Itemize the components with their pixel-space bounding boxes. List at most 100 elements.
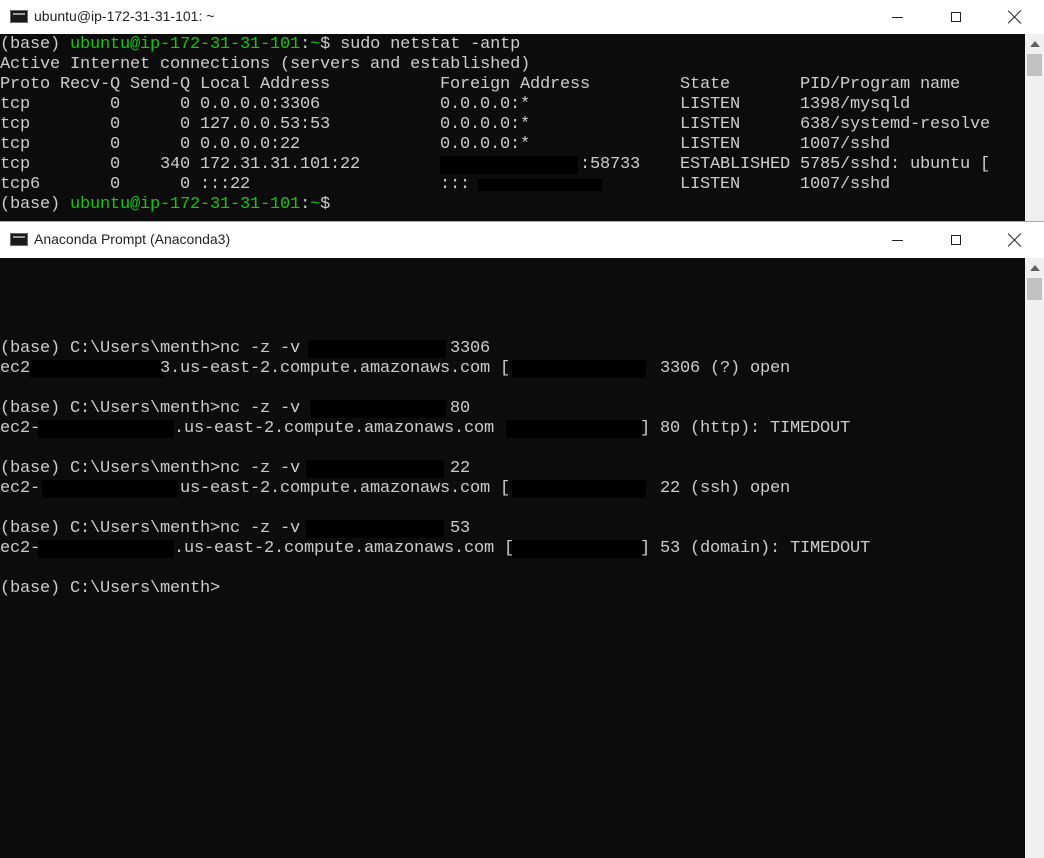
maximize-button[interactable] <box>927 0 985 34</box>
prompt-text: (base) C:\Users\menth> <box>0 339 221 358</box>
netstat-command-line: (base) ubuntu@ip-172-31-31-101:~$ sudo n… <box>0 35 520 55</box>
command-text: $ sudo netstat -antp <box>320 35 521 54</box>
minimize-button[interactable] <box>868 222 926 258</box>
prompt-text: (base) C:\Users\menth> <box>0 519 221 538</box>
header-local-address: Local Address <box>200 75 331 94</box>
close-icon <box>1008 10 1022 24</box>
cell-recvq: 0 <box>110 115 121 134</box>
cell-state: LISTEN <box>680 115 741 134</box>
host-prefix: ec2- <box>0 539 41 558</box>
cell-recvq: 0 <box>110 175 121 194</box>
redacted-ip <box>512 360 646 378</box>
scroll-up-arrow-icon[interactable] <box>1025 258 1044 278</box>
anaconda-console-output[interactable]: (base) C:\Users\menth>nc -z -v 3306 ec2 … <box>0 258 1025 858</box>
cell-sendq: 0 <box>180 135 191 154</box>
header-state: State <box>680 75 731 94</box>
ubuntu-terminal-window: ubuntu@ip-172-31-31-101: ~ (base) ubuntu… <box>0 0 1044 222</box>
table-row: tcp6 0 0 :::22 ::: LISTEN 1007/sshd <box>0 175 1025 195</box>
scroll-up-arrow-icon[interactable] <box>1025 34 1044 54</box>
scrollbar-thumb[interactable] <box>1027 54 1042 76</box>
shell-prompt-line: (base) ubuntu@ip-172-31-31-101:~$ <box>0 195 330 215</box>
cell-recvq: 0 <box>110 135 121 154</box>
close-button[interactable] <box>986 0 1044 34</box>
cell-pid-program: 638/systemd-resolve <box>800 115 991 134</box>
cell-pid-program: 5785/sshd: ubuntu [ <box>800 155 991 174</box>
redacted-ip <box>306 520 444 538</box>
window-title: ubuntu@ip-172-31-31-101: ~ <box>34 8 215 24</box>
ubuntu-console-output[interactable]: (base) ubuntu@ip-172-31-31-101: ~ $ sudo n… <box>0 34 1025 222</box>
cell-local-address: :::22 <box>200 175 251 194</box>
prompt-colon: : <box>300 35 311 54</box>
prompt-path: ~ <box>310 195 321 214</box>
scrollbar-thumb[interactable] <box>1027 278 1042 300</box>
nc-command-line: (base) C:\Users\menth>nc -z -v <box>0 519 310 539</box>
port-text: 22 <box>450 459 471 478</box>
host-prefix: ec2- <box>0 479 41 498</box>
command-text: nc -z -v <box>220 339 311 358</box>
cell-pid-program: 1398/mysqld <box>800 95 911 114</box>
cell-proto: tcp <box>0 155 31 174</box>
host-prefix: ec2 <box>0 359 31 378</box>
user-host: ubuntu@ip-172-31-31-101 <box>70 195 301 214</box>
cell-state: LISTEN <box>680 95 741 114</box>
nc-result-line: ec2- <box>0 479 40 499</box>
prompt-text: (base) C:\Users\menth> <box>0 459 221 478</box>
port-text: 3306 <box>450 339 491 358</box>
header-pid-program: PID/Program name <box>800 75 961 94</box>
cell-state: ESTABLISHED <box>680 155 791 174</box>
cell-sendq: 0 <box>180 115 191 134</box>
cell-pid-program: 1007/sshd <box>800 135 891 154</box>
port-text: 53 <box>450 519 471 538</box>
cell-local-address: 0.0.0.0:22 <box>200 135 301 154</box>
user-host: ubuntu@ip-172-31-31-101 <box>70 35 301 54</box>
conda-env-label: (base) <box>0 195 71 214</box>
port-text: 80 <box>450 399 471 418</box>
cell-sendq: 0 <box>180 175 191 194</box>
cell-pid-program: 1007/sshd <box>800 175 891 194</box>
header-foreign-address: Foreign Address <box>440 75 591 94</box>
nc-command-line: (base) C:\Users\menth>nc -z -v <box>0 399 310 419</box>
table-row: tcp 0 0 127.0.0.53:53 0.0.0.0:* LISTEN 6… <box>0 115 1025 135</box>
result-text: ] 53 (domain): TIMEDOUT <box>640 539 871 558</box>
vertical-scrollbar[interactable] <box>1025 258 1044 858</box>
ubuntu-title-bar[interactable]: ubuntu@ip-172-31-31-101: ~ <box>0 0 1044 34</box>
redacted-host <box>38 540 174 558</box>
redacted-host <box>30 360 164 378</box>
prompt-symbol: $ <box>320 195 331 214</box>
redacted-ip <box>506 420 642 438</box>
header-recvq: Recv-Q <box>60 75 121 94</box>
nc-command-line: (base) C:\Users\menth>nc -z -v <box>0 459 310 479</box>
anaconda-title-bar[interactable]: Anaconda Prompt (Anaconda3) <box>0 222 1044 258</box>
anaconda-prompt-window: Anaconda Prompt (Anaconda3) (base) C:\Us… <box>0 222 1044 858</box>
close-button[interactable] <box>986 222 1044 258</box>
command-text: nc -z -v <box>220 519 311 538</box>
nc-result-line: ec2- <box>0 539 40 559</box>
vertical-scrollbar[interactable] <box>1025 34 1044 222</box>
cell-proto: tcp <box>0 115 31 134</box>
cell-local-address: 0.0.0.0:3306 <box>200 95 321 114</box>
cell-proto: tcp6 <box>0 175 41 194</box>
close-icon <box>1008 233 1022 247</box>
cell-local-address: 172.31.31.101:22 <box>200 155 361 174</box>
cell-foreign-address: 0.0.0.0:* <box>440 95 531 114</box>
cell-state: LISTEN <box>680 135 741 154</box>
cell-local-address: 127.0.0.53:53 <box>200 115 331 134</box>
maximize-icon <box>951 12 961 22</box>
host-suffix: 3.us-east-2.compute.amazonaws.com [ <box>160 359 511 378</box>
minimize-icon <box>891 239 903 241</box>
result-text: 22 (ssh) open <box>650 479 791 498</box>
cell-proto: tcp <box>0 95 31 114</box>
terminal-icon <box>10 233 28 246</box>
maximize-button[interactable] <box>927 222 985 258</box>
cell-recvq: 0 <box>110 95 121 114</box>
cell-sendq: 0 <box>180 95 191 114</box>
host-suffix: us-east-2.compute.amazonaws.com [ <box>180 479 511 498</box>
shell-prompt-line: (base) C:\Users\menth> <box>0 579 221 598</box>
table-row: tcp 0 0 0.0.0.0:3306 0.0.0.0:* LISTEN 13… <box>0 95 1025 115</box>
table-row: tcp 0 0 0.0.0.0:22 0.0.0.0:* LISTEN 1007… <box>0 135 1025 155</box>
redacted-host <box>42 480 178 498</box>
host-prefix: ec2- <box>0 419 41 438</box>
minimize-button[interactable] <box>868 0 926 34</box>
header-sendq: Send-Q <box>130 75 191 94</box>
redacted-ip <box>512 540 644 558</box>
